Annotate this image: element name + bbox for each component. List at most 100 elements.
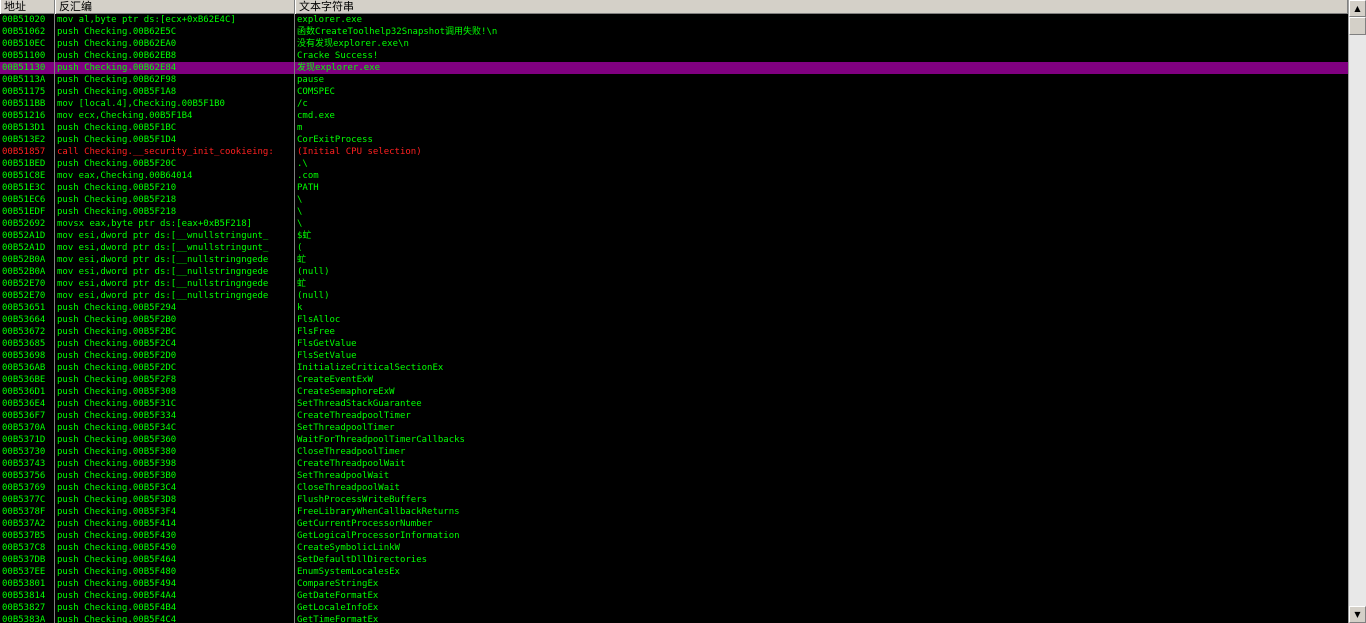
row-text-string: $虻 (297, 231, 312, 241)
scroll-up-arrow-icon[interactable]: ▲ (1349, 0, 1366, 17)
table-row[interactable]: 00B51EDF push Checking.00B5F218 \ (0, 206, 1348, 218)
table-row[interactable]: 00B513E2 push Checking.00B5F1D4 CorExitPro… (0, 134, 1348, 146)
table-row[interactable]: 00B537EE push Checking.00B5F480 EnumSystem… (0, 566, 1348, 578)
table-row[interactable]: 00B52E70 mov esi,dword ptr ds:[__nullstri… (0, 290, 1348, 302)
row-text-string: FlsGetValue (297, 339, 357, 349)
table-row[interactable]: 00B52B0A mov esi,dword ptr ds:[__nullstri… (0, 266, 1348, 278)
table-row[interactable]: 00B52A1D mov esi,dword ptr ds:[__wnullstr… (0, 242, 1348, 254)
table-row[interactable]: 00B5377C push Checking.00B5F3D8 FlushProce… (0, 494, 1348, 506)
row-disassembly: push Checking.00B62F98 (57, 75, 177, 85)
table-row[interactable]: 00B53698 push Checking.00B5F2D0 FlsSetValu… (0, 350, 1348, 362)
table-row[interactable]: 00B536AB push Checking.00B5F2DC Initialize… (0, 362, 1348, 374)
table-row[interactable]: 00B51EC6 push Checking.00B5F218 \ (0, 194, 1348, 206)
row-address: 00B513D1 (2, 123, 46, 133)
row-disassembly: movsx eax,byte ptr ds:[eax+0xB5F218] (57, 219, 253, 229)
row-text-string: /c (297, 99, 308, 109)
table-row[interactable]: 00B53743 push Checking.00B5F398 CreateThre… (0, 458, 1348, 470)
table-row[interactable]: 00B51062 push Checking.00B62E5C 函数CreateTo… (0, 26, 1348, 38)
table-row[interactable]: 00B537C8 push Checking.00B5F450 CreateSymb… (0, 542, 1348, 554)
table-row[interactable]: 00B537B5 push Checking.00B5F430 GetLogical… (0, 530, 1348, 542)
column-header: 地址 反汇编 文本字符串 (0, 0, 1348, 14)
vertical-scrollbar[interactable]: ▲ ▼ (1348, 0, 1366, 623)
row-disassembly: push Checking.00B5F34C (57, 423, 177, 433)
column-divider (54, 14, 55, 623)
row-disassembly: push Checking.00B62E5C (57, 27, 177, 37)
row-address: 00B53756 (2, 471, 46, 481)
scrollbar-thumb[interactable] (1349, 17, 1366, 35)
table-row[interactable]: 00B53769 push Checking.00B5F3C4 CloseThrea… (0, 482, 1348, 494)
row-text-string: EnumSystemLocalesEx (297, 567, 400, 577)
table-row[interactable]: 00B537A2 push Checking.00B5F414 GetCurrent… (0, 518, 1348, 530)
row-text-string: pause (297, 75, 325, 85)
table-row[interactable]: 00B51020 mov al,byte ptr ds:[ecx+0xB62E4C… (0, 14, 1348, 26)
row-text-string: GetCurrentProcessorNumber (297, 519, 433, 529)
table-row[interactable]: 00B51216 mov ecx,Checking.00B5F1B4 cmd.exe (0, 110, 1348, 122)
table-row[interactable]: 00B5370A push Checking.00B5F34C SetThreadp… (0, 422, 1348, 434)
row-disassembly: push Checking.00B5F4B4 (57, 603, 177, 613)
row-address: 00B52E70 (2, 279, 46, 289)
table-row[interactable]: 00B5378F push Checking.00B5F3F4 FreeLibrar… (0, 506, 1348, 518)
column-header-text-string[interactable]: 文本字符串 (295, 0, 1348, 14)
table-row[interactable]: 00B53672 push Checking.00B5F2BC FlsFree (0, 326, 1348, 338)
table-row[interactable]: 00B51E3C push Checking.00B5F210 PATH (0, 182, 1348, 194)
table-row[interactable]: 00B536E4 push Checking.00B5F31C SetThreadS… (0, 398, 1348, 410)
column-header-disassembly[interactable]: 反汇编 (55, 0, 295, 14)
row-address: 00B52A1D (2, 243, 46, 253)
table-row[interactable]: 00B51C8E mov eax,Checking.00B64014 .com (0, 170, 1348, 182)
row-text-string: SetDefaultDllDirectories (297, 555, 428, 565)
row-address: 00B53769 (2, 483, 46, 493)
row-address: 00B52E70 (2, 291, 46, 301)
table-row[interactable]: 00B510EC push Checking.00B62EA0 没有发现explor… (0, 38, 1348, 50)
table-row[interactable]: 00B513D1 push Checking.00B5F1BC m (0, 122, 1348, 134)
table-row[interactable]: 00B53685 push Checking.00B5F2C4 FlsGetValu… (0, 338, 1348, 350)
table-row[interactable]: 00B51100 push Checking.00B62EB8 Cracke Suc… (0, 50, 1348, 62)
table-row[interactable]: 00B52692 movsx eax,byte ptr ds:[eax+0xB5F… (0, 218, 1348, 230)
table-row[interactable]: 00B511BB mov [local.4],Checking.00B5F1B0 /… (0, 98, 1348, 110)
table-row[interactable]: 00B51BED push Checking.00B5F20C .\ (0, 158, 1348, 170)
row-address: 00B5371D (2, 435, 46, 445)
table-row[interactable]: 00B536BE push Checking.00B5F2F8 CreateEven… (0, 374, 1348, 386)
table-row[interactable]: 00B53827 push Checking.00B5F4B4 GetLocaleI… (0, 602, 1348, 614)
row-text-string: CreateEventExW (297, 375, 373, 385)
row-address: 00B536BE (2, 375, 46, 385)
row-disassembly: push Checking.00B5F1BC (57, 123, 177, 133)
scroll-down-arrow-icon[interactable]: ▼ (1349, 606, 1366, 623)
row-disassembly: mov eax,Checking.00B64014 (57, 171, 193, 181)
row-text-string: InitializeCriticalSectionEx (297, 363, 444, 373)
row-disassembly: push Checking.00B5F480 (57, 567, 177, 577)
table-row[interactable]: 00B536F7 push Checking.00B5F334 CreateThre… (0, 410, 1348, 422)
column-divider (294, 14, 295, 623)
table-row[interactable]: 00B53801 push Checking.00B5F494 CompareStr… (0, 578, 1348, 590)
table-row[interactable]: 00B52A1D mov esi,dword ptr ds:[__wnullstr… (0, 230, 1348, 242)
column-header-address[interactable]: 地址 (0, 0, 55, 14)
row-address: 00B53672 (2, 327, 46, 337)
string-references-window: 地址 反汇编 文本字符串 00B51020 mov al,byte ptr ds:… (0, 0, 1366, 623)
table-row[interactable]: 00B51175 push Checking.00B5F1A8 COMSPEC (0, 86, 1348, 98)
table-row[interactable]: 00B5113A push Checking.00B62F98 pause (0, 74, 1348, 86)
row-disassembly: push Checking.00B5F210 (57, 183, 177, 193)
table-row[interactable]: 00B5371D push Checking.00B5F360 WaitForThr… (0, 434, 1348, 446)
row-text-string: SetThreadpoolWait (297, 471, 390, 481)
row-address: 00B536F7 (2, 411, 46, 421)
table-row[interactable]: 00B53756 push Checking.00B5F3B0 SetThreadp… (0, 470, 1348, 482)
table-row[interactable]: 00B536D1 push Checking.00B5F308 CreateSema… (0, 386, 1348, 398)
row-address: 00B53730 (2, 447, 46, 457)
table-row[interactable]: 00B53664 push Checking.00B5F2B0 FlsAlloc (0, 314, 1348, 326)
table-row[interactable]: 00B51857 call Checking.__security_init_co… (0, 146, 1348, 158)
row-text-string: GetTimeFormatEx (297, 615, 379, 623)
table-row[interactable]: 00B51130 push Checking.00B62E84 发现explorer… (0, 62, 1348, 74)
row-disassembly: push Checking.00B5F334 (57, 411, 177, 421)
table-row[interactable]: 00B52E70 mov esi,dword ptr ds:[__nullstri… (0, 278, 1348, 290)
table-row[interactable]: 00B53730 push Checking.00B5F380 CloseThrea… (0, 446, 1348, 458)
table-row[interactable]: 00B52B0A mov esi,dword ptr ds:[__nullstri… (0, 254, 1348, 266)
row-disassembly: push Checking.00B5F308 (57, 387, 177, 397)
table-row[interactable]: 00B537DB push Checking.00B5F464 SetDefault… (0, 554, 1348, 566)
row-address: 00B53651 (2, 303, 46, 313)
table-row[interactable]: 00B53651 push Checking.00B5F294 k (0, 302, 1348, 314)
table-row[interactable]: 00B53814 push Checking.00B5F4A4 GetDateFor… (0, 590, 1348, 602)
string-list[interactable]: 00B51020 mov al,byte ptr ds:[ecx+0xB62E4C… (0, 14, 1348, 623)
row-disassembly: push Checking.00B5F2BC (57, 327, 177, 337)
table-row[interactable]: 00B5383A push Checking.00B5F4C4 GetTimeFor… (0, 614, 1348, 623)
row-address: 00B53664 (2, 315, 46, 325)
row-address: 00B536AB (2, 363, 46, 373)
